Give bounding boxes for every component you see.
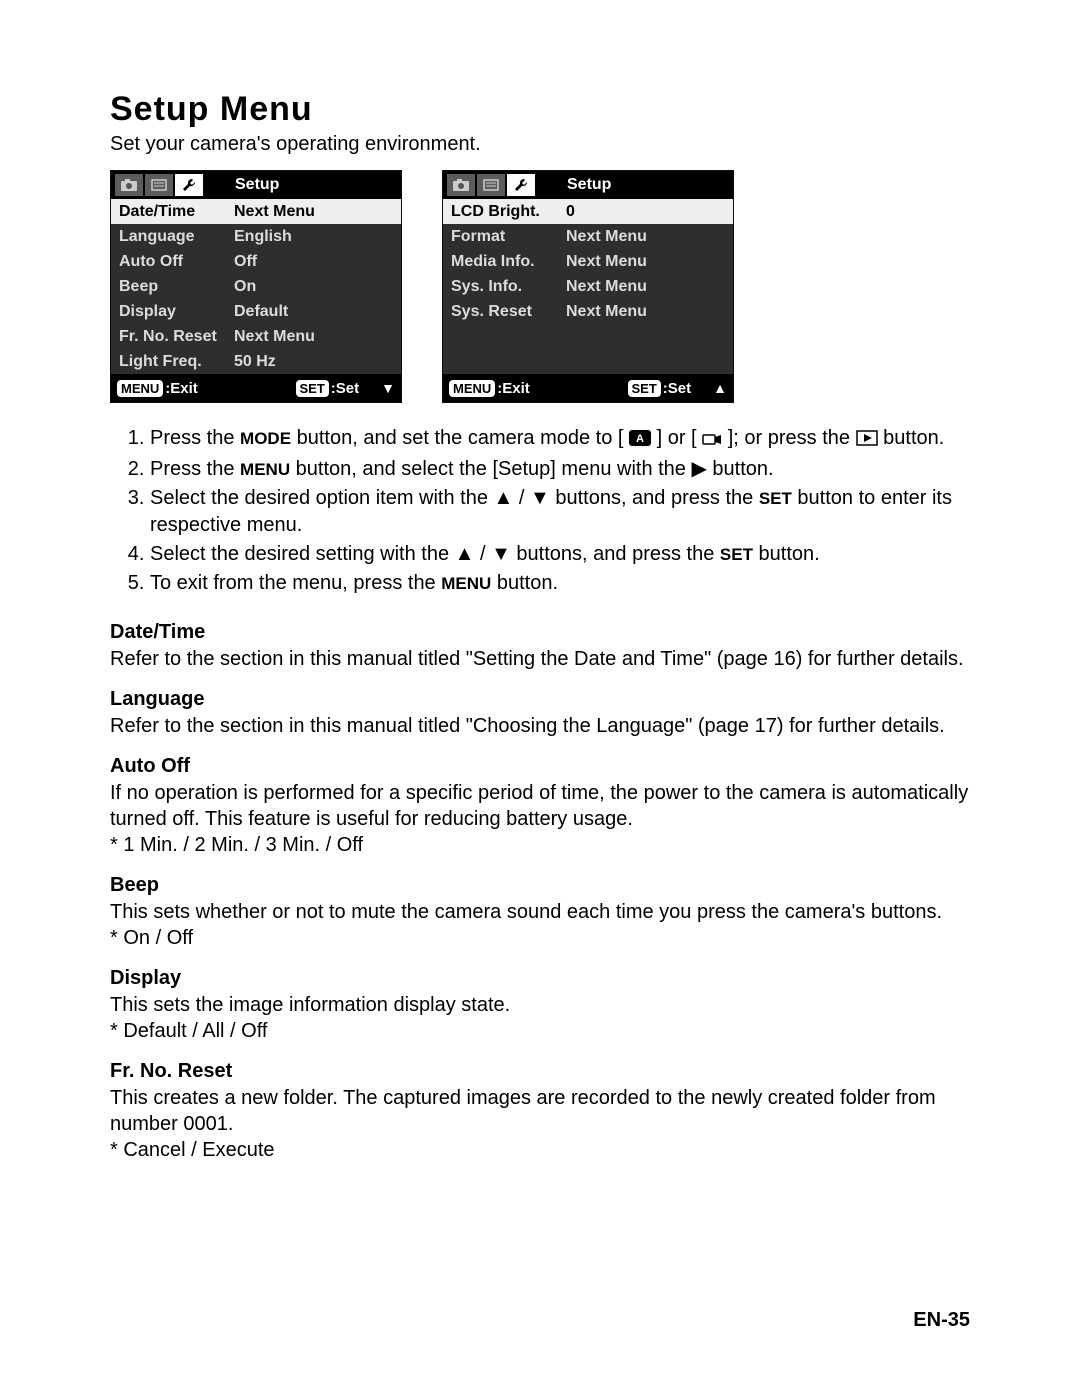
step-5: To exit from the menu, press the MENU bu… <box>150 570 970 597</box>
exit-label: :Exit <box>165 380 198 397</box>
section-body: Refer to the section in this manual titl… <box>110 646 970 672</box>
list-tab-icon <box>477 174 505 196</box>
setup-screen-2: Setup LCD Bright.0FormatNext MenuMedia I… <box>442 170 734 403</box>
menu-row: Media Info.Next Menu <box>443 249 733 274</box>
menu-row-value: Next Menu <box>566 228 725 246</box>
down-arrow-icon: ▼ <box>381 380 395 396</box>
step-4: Select the desired setting with the ▲ / … <box>150 541 970 568</box>
menu-row: Date/TimeNext Menu <box>111 199 401 224</box>
menu-row-label: Auto Off <box>119 253 234 271</box>
menu-row-label: Date/Time <box>119 203 234 221</box>
menu-row-label: Sys. Info. <box>451 278 566 296</box>
menu-row-label: Fr. No. Reset <box>119 328 234 346</box>
section-title: Beep <box>110 874 970 897</box>
menu-row-value: Default <box>234 303 393 321</box>
play-mode-icon <box>856 427 878 454</box>
section-title: Date/Time <box>110 621 970 644</box>
camera-tab-icon <box>115 174 143 196</box>
screen2-header: Setup <box>537 176 733 194</box>
menu-row-value: 50 Hz <box>234 353 393 371</box>
list-tab-icon <box>145 174 173 196</box>
menu-row-value: English <box>234 228 393 246</box>
menu-row-label: Media Info. <box>451 253 566 271</box>
menu-row-value: 0 <box>566 203 725 221</box>
menu-row <box>443 324 733 349</box>
set-chip: SET <box>296 380 329 397</box>
section-title: Fr. No. Reset <box>110 1060 970 1083</box>
menu-row-label: Light Freq. <box>119 353 234 371</box>
menu-row-label: LCD Bright. <box>451 203 566 221</box>
section: Fr. No. ResetThis creates a new folder. … <box>110 1060 970 1163</box>
menu-row: BeepOn <box>111 274 401 299</box>
menu-row: Sys. ResetNext Menu <box>443 299 733 324</box>
wrench-tab-icon <box>175 174 203 196</box>
menu-row: LCD Bright.0 <box>443 199 733 224</box>
section-title: Display <box>110 967 970 990</box>
menu-row <box>443 349 733 374</box>
menu-row-value: Off <box>234 253 393 271</box>
section: Date/TimeRefer to the section in this ma… <box>110 621 970 672</box>
menu-row-label: Display <box>119 303 234 321</box>
page-title: Setup Menu <box>110 90 970 129</box>
camera-tab-icon <box>447 174 475 196</box>
set-chip: SET <box>628 380 661 397</box>
menu-row-value: Next Menu <box>234 203 393 221</box>
page-number: EN-35 <box>913 1309 970 1332</box>
menu-row-value: Next Menu <box>566 253 725 271</box>
menu-row-value: Next Menu <box>566 303 725 321</box>
section-body: This creates a new folder. The captured … <box>110 1085 970 1163</box>
section: LanguageRefer to the section in this man… <box>110 688 970 739</box>
step-3: Select the desired option item with the … <box>150 485 970 539</box>
instruction-steps: Press the MODE button, and set the camer… <box>110 425 970 597</box>
menu-row-label: Beep <box>119 278 234 296</box>
auto-mode-icon: A <box>629 427 651 454</box>
menu-row-value: Next Menu <box>566 278 725 296</box>
screen1-header: Setup <box>205 176 401 194</box>
exit-label: :Exit <box>497 380 530 397</box>
menu-row-value: On <box>234 278 393 296</box>
section-title: Language <box>110 688 970 711</box>
section-body: If no operation is performed for a speci… <box>110 780 970 858</box>
section-body: This sets the image information display … <box>110 992 970 1044</box>
menu-row-label: Language <box>119 228 234 246</box>
section: Auto OffIf no operation is performed for… <box>110 755 970 858</box>
menu-row: LanguageEnglish <box>111 224 401 249</box>
wrench-tab-icon <box>507 174 535 196</box>
menu-row: Sys. Info.Next Menu <box>443 274 733 299</box>
menu-row-label: Format <box>451 228 566 246</box>
menu-chip: MENU <box>117 380 163 397</box>
section-body: Refer to the section in this manual titl… <box>110 713 970 739</box>
menu-row-label: Sys. Reset <box>451 303 566 321</box>
menu-row-value: Next Menu <box>234 328 393 346</box>
menu-row: Auto OffOff <box>111 249 401 274</box>
svg-text:A: A <box>636 433 644 445</box>
step-2: Press the MENU button, and select the [S… <box>150 456 970 483</box>
menu-row: FormatNext Menu <box>443 224 733 249</box>
video-mode-icon <box>702 427 722 454</box>
set-label: :Set <box>663 380 691 397</box>
menu-row: DisplayDefault <box>111 299 401 324</box>
section: DisplayThis sets the image information d… <box>110 967 970 1044</box>
up-arrow-icon: ▲ <box>713 380 727 396</box>
setup-screen-1: Setup Date/TimeNext MenuLanguageEnglishA… <box>110 170 402 403</box>
step-1: Press the MODE button, and set the camer… <box>150 425 970 454</box>
menu-row: Light Freq.50 Hz <box>111 349 401 374</box>
set-label: :Set <box>331 380 359 397</box>
menu-row: Fr. No. ResetNext Menu <box>111 324 401 349</box>
menu-chip: MENU <box>449 380 495 397</box>
section: BeepThis sets whether or not to mute the… <box>110 874 970 951</box>
section-body: This sets whether or not to mute the cam… <box>110 899 970 951</box>
section-title: Auto Off <box>110 755 970 778</box>
page-subtitle: Set your camera's operating environment. <box>110 133 970 156</box>
